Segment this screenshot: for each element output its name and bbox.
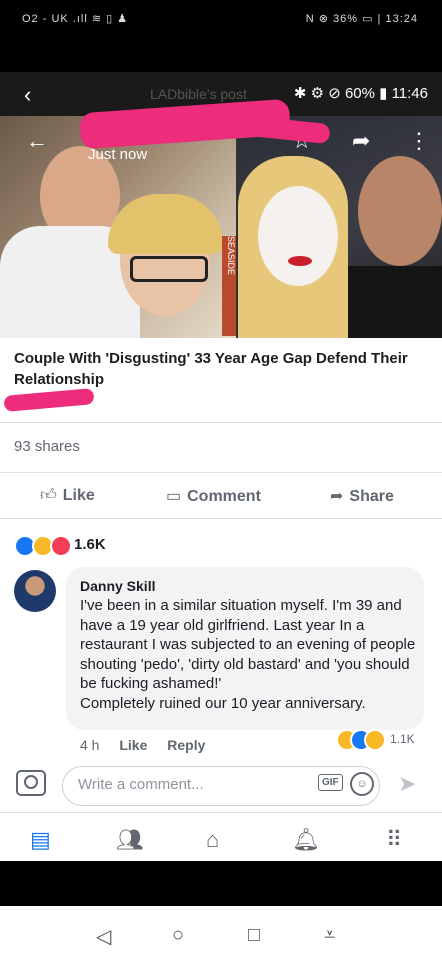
clown-face bbox=[258, 186, 338, 286]
outer-status-right: N ⊗ 36% ▭ | 13:24 bbox=[305, 13, 418, 25]
more-vertical-icon[interactable]: ⋮ bbox=[408, 128, 430, 154]
marketplace-icon[interactable]: ⌂ bbox=[206, 827, 219, 853]
like-label: Like bbox=[62, 487, 95, 504]
comment-button[interactable]: ▭ Comment bbox=[166, 486, 261, 506]
timestamp: Just now bbox=[88, 146, 148, 163]
post-headline[interactable]: Couple With 'Disgusting' 33 Year Age Gap… bbox=[14, 348, 424, 390]
system-recents-icon[interactable]: □ bbox=[248, 924, 260, 947]
thumbs-up-icon: 👍︎ bbox=[40, 487, 57, 504]
system-home-icon[interactable]: ○ bbox=[172, 924, 184, 947]
inner-status-right: ✱ ⚙ ⊘ 60% ▮ 11:46 bbox=[293, 85, 428, 102]
divider bbox=[0, 472, 442, 473]
comment-author[interactable]: Danny Skill bbox=[80, 578, 155, 594]
comment-meta: 4 h Like Reply bbox=[80, 737, 221, 753]
emoji-icon[interactable]: ☺ bbox=[350, 772, 374, 796]
reaction-count[interactable]: 1.6K bbox=[74, 536, 106, 553]
share-count[interactable]: 93 shares bbox=[14, 438, 80, 455]
share-button[interactable]: ➦ Share bbox=[330, 486, 394, 506]
share-label: Share bbox=[349, 488, 394, 505]
friends-icon[interactable]: 👥︎ bbox=[116, 827, 144, 853]
woman-hair bbox=[108, 194, 223, 254]
divider bbox=[0, 518, 442, 519]
comment-like-button[interactable]: Like bbox=[119, 737, 147, 753]
avatar[interactable] bbox=[14, 570, 56, 612]
divider bbox=[0, 422, 442, 423]
comment-reply-button[interactable]: Reply bbox=[167, 737, 205, 753]
like-button[interactable]: 👍︎ Like bbox=[40, 486, 95, 505]
back-chevron-icon[interactable]: ‹ bbox=[24, 82, 31, 108]
comment-text: I've been in a similar situation myself.… bbox=[80, 597, 416, 712]
comment-time: 4 h bbox=[80, 737, 100, 753]
comment-reaction-count[interactable]: 1.1K bbox=[390, 732, 415, 746]
bottom-nav: ▤ 👥︎ ⌂ 🔔︎ ⠿ bbox=[0, 812, 442, 861]
glasses bbox=[130, 256, 208, 282]
send-icon[interactable]: ➤ bbox=[398, 771, 416, 797]
side-sign: SEASIDE bbox=[222, 236, 236, 336]
arrow-left-icon[interactable]: ← bbox=[26, 128, 48, 154]
comment-placeholder: Write a comment... bbox=[78, 776, 204, 793]
share-arrow-icon[interactable]: ➦ bbox=[352, 128, 370, 154]
wow-reaction-icon bbox=[364, 729, 386, 751]
menu-grid-icon[interactable]: ⠿ bbox=[386, 827, 402, 853]
man-face-right bbox=[358, 156, 442, 266]
camera-icon[interactable] bbox=[16, 770, 46, 796]
system-nav-bar: ◁ ○ □ ⩡ bbox=[0, 906, 442, 960]
share-icon: ➦ bbox=[330, 488, 344, 505]
outer-status-bar: O2 - UK .ıll ≋ ▯ ♟ N ⊗ 36% ▭ | 13:24 bbox=[0, 0, 442, 40]
gif-icon[interactable]: GIF bbox=[318, 774, 343, 791]
system-back-icon[interactable]: ◁ bbox=[96, 924, 111, 949]
comment-label: Comment bbox=[187, 488, 261, 505]
speech-bubble-icon: ▭ bbox=[166, 488, 182, 505]
system-down-icon[interactable]: ⩡ bbox=[324, 924, 335, 947]
notifications-bell-icon[interactable]: 🔔︎ bbox=[292, 827, 320, 853]
news-feed-icon[interactable]: ▤ bbox=[30, 827, 51, 853]
post-title: LADbible's post bbox=[150, 86, 247, 102]
love-reaction-icon bbox=[50, 535, 72, 557]
clown-lips bbox=[288, 256, 312, 266]
man-shirt-right bbox=[348, 266, 442, 338]
carrier-label: O2 - UK .ıll ≋ ▯ ♟ bbox=[22, 13, 129, 25]
